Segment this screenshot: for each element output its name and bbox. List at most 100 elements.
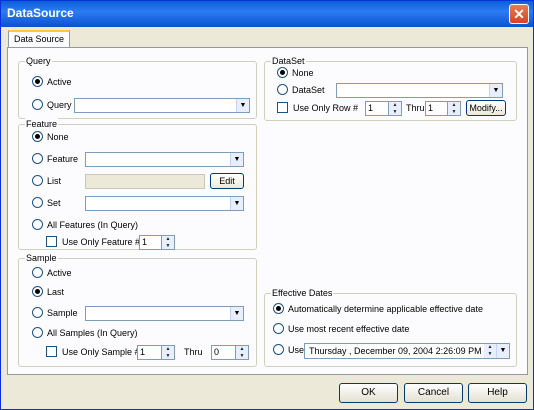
feature-combo[interactable]: ▼	[85, 152, 244, 167]
sample-active-label: Active	[47, 268, 72, 278]
use-only-feature-label: Use Only Feature #	[62, 237, 141, 247]
feature-group: Feature None Feature ▼ List Edit Set ▼ A	[18, 118, 257, 250]
feature-list-radio[interactable]: List	[32, 173, 61, 189]
dataset-none-radio[interactable]: None	[277, 65, 314, 81]
use-only-row-checkbox[interactable]: Use Only Row #	[277, 100, 358, 116]
sample-combo[interactable]: ▼	[85, 306, 244, 321]
radio-dot-icon	[32, 286, 43, 298]
dataset-combo[interactable]: ▼	[336, 83, 503, 98]
radio-icon	[273, 344, 284, 356]
feature-all-radio[interactable]: All Features (In Query)	[32, 217, 138, 233]
sample-sample-label: Sample	[47, 308, 78, 318]
dataset-dataset-label: DataSet	[292, 85, 325, 95]
close-button[interactable]: ✕	[509, 4, 529, 24]
query-group: Query Active Query ▼	[18, 55, 257, 119]
sample-last-label: Last	[47, 287, 65, 297]
radio-icon	[32, 267, 43, 279]
effective-use-label: Use	[288, 345, 305, 355]
dataset-thru-spinner[interactable]: ▲ ▼	[448, 101, 461, 116]
effective-dates-group: Effective Dates Automatically determine …	[264, 287, 517, 367]
dataset-none-label: None	[292, 68, 314, 78]
sample-thru-spinner[interactable]: ▲ ▼	[236, 345, 249, 360]
radio-icon	[32, 175, 43, 187]
use-only-row-spinner[interactable]: ▲ ▼	[389, 101, 402, 116]
feature-feature-radio[interactable]: Feature	[32, 151, 78, 167]
radio-dot-icon	[32, 76, 43, 88]
feature-none-radio[interactable]: None	[32, 129, 69, 145]
radio-icon	[32, 219, 43, 231]
chevron-down-icon[interactable]: ▼	[230, 153, 243, 166]
effective-dates-group-label: Effective Dates	[271, 287, 334, 299]
dataset-group: DataSet None DataSet ▼ Use Only Row # 1 …	[264, 55, 517, 121]
help-button[interactable]: Help	[468, 383, 527, 403]
use-only-row-label: Use Only Row #	[293, 103, 359, 113]
spin-down-icon[interactable]: ▼	[389, 109, 401, 116]
radio-dot-icon	[32, 131, 43, 143]
ok-button[interactable]: OK	[339, 383, 398, 403]
dataset-dataset-radio[interactable]: DataSet	[277, 82, 325, 98]
checkbox-icon	[277, 102, 288, 114]
feature-list-field	[85, 174, 205, 189]
edit-button[interactable]: Edit	[210, 173, 244, 189]
cancel-button[interactable]: Cancel	[404, 383, 463, 403]
close-icon: ✕	[513, 6, 525, 22]
sample-all-radio[interactable]: All Samples (In Query)	[32, 325, 138, 341]
checkbox-icon	[46, 346, 57, 358]
effective-auto-radio[interactable]: Automatically determine applicable effec…	[273, 301, 483, 317]
feature-set-combo[interactable]: ▼	[85, 196, 244, 211]
spin-down-icon[interactable]: ▼	[484, 351, 496, 358]
radio-dot-icon	[277, 67, 288, 79]
feature-set-radio[interactable]: Set	[32, 195, 61, 211]
radio-icon	[32, 307, 43, 319]
dataset-thru-input[interactable]: 1	[425, 101, 448, 116]
chevron-down-icon[interactable]: ▼	[230, 197, 243, 210]
query-query-label: Query	[47, 100, 72, 110]
dataset-thru-label: Thru	[406, 103, 425, 113]
chevron-down-icon[interactable]: ▼	[236, 99, 249, 112]
feature-list-label: List	[47, 176, 62, 186]
spin-down-icon[interactable]: ▼	[236, 353, 248, 360]
feature-set-label: Set	[47, 198, 61, 208]
sample-thru-input[interactable]: 0	[211, 345, 236, 360]
chevron-down-icon[interactable]: ▼	[496, 344, 509, 358]
use-only-sample-checkbox[interactable]: Use Only Sample #	[46, 344, 140, 360]
effective-use-radio[interactable]: Use	[273, 342, 304, 358]
radio-icon	[277, 84, 288, 96]
effective-recent-radio[interactable]: Use most recent effective date	[273, 321, 409, 337]
chevron-down-icon[interactable]: ▼	[230, 307, 243, 320]
feature-feature-label: Feature	[47, 154, 79, 164]
query-active-radio[interactable]: Active	[32, 74, 72, 90]
sample-thru-label: Thru	[184, 347, 203, 357]
sample-group-label: Sample	[25, 252, 58, 264]
use-only-feature-checkbox[interactable]: Use Only Feature #	[46, 234, 140, 250]
radio-icon	[32, 197, 43, 209]
query-query-radio[interactable]: Query	[32, 97, 72, 113]
effective-date-dropdown[interactable]: ▼	[496, 343, 510, 359]
spin-down-icon[interactable]: ▼	[162, 243, 174, 250]
sample-active-radio[interactable]: Active	[32, 265, 72, 281]
modify-button[interactable]: Modify...	[466, 100, 506, 116]
chevron-down-icon[interactable]: ▼	[489, 84, 502, 97]
effective-recent-label: Use most recent effective date	[288, 324, 410, 334]
use-only-sample-input[interactable]: 1	[137, 345, 162, 360]
use-only-sample-spinner[interactable]: ▲ ▼	[162, 345, 175, 360]
window-title: DataSource	[7, 6, 74, 20]
sample-last-radio[interactable]: Last	[32, 284, 64, 300]
tab-data-source[interactable]: Data Source	[8, 30, 70, 48]
sample-all-label: All Samples (In Query)	[47, 328, 138, 338]
datasource-dialog: DataSource ✕ Data Source Query Active Qu…	[0, 0, 534, 410]
use-only-feature-spinner[interactable]: ▲ ▼	[162, 235, 175, 250]
use-only-row-input[interactable]: 1	[365, 101, 389, 116]
query-group-label: Query	[25, 55, 52, 67]
effective-date-picker[interactable]: Thursday , December 09, 2004 2:26:09 PM	[304, 343, 497, 359]
feature-none-label: None	[47, 132, 69, 142]
use-only-feature-input[interactable]: 1	[139, 235, 162, 250]
title-bar[interactable]: DataSource ✕	[1, 1, 533, 27]
radio-icon	[32, 99, 43, 111]
tab-panel: Query Active Query ▼ Feature None Featur…	[7, 47, 528, 375]
query-combo[interactable]: ▼	[74, 98, 250, 113]
sample-sample-radio[interactable]: Sample	[32, 305, 78, 321]
spin-down-icon[interactable]: ▼	[448, 109, 460, 116]
radio-icon	[32, 327, 43, 339]
spin-down-icon[interactable]: ▼	[162, 353, 174, 360]
